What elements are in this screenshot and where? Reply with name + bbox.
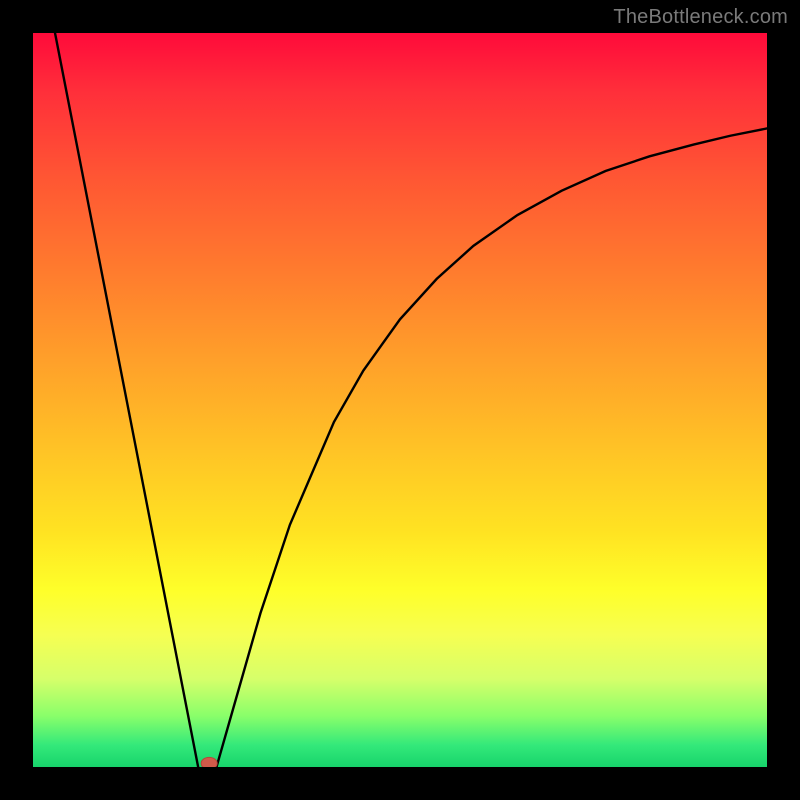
chart-container: TheBottleneck.com xyxy=(0,0,800,800)
min-marker xyxy=(201,757,217,767)
watermark-text: TheBottleneck.com xyxy=(613,6,788,29)
left-slope-line xyxy=(55,33,198,767)
plot-area xyxy=(33,33,767,767)
chart-svg xyxy=(33,33,767,767)
right-curve-line xyxy=(217,128,768,767)
